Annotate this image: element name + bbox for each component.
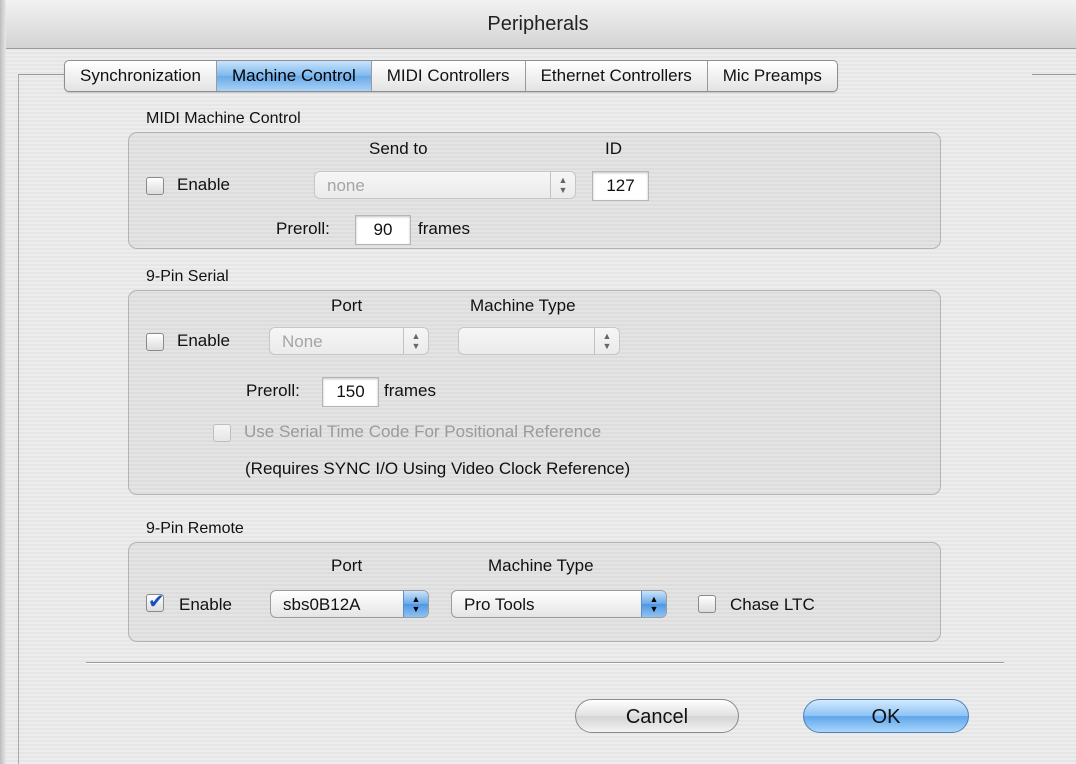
serial-preroll-field[interactable]: 150	[322, 377, 379, 407]
remote-port-header: Port	[331, 556, 363, 575]
mmc-send-to-value: none	[327, 176, 365, 195]
mmc-preroll-field[interactable]: 90	[355, 215, 411, 245]
serial-port-value: None	[282, 332, 323, 351]
tab-mic-preamps[interactable]: Mic Preamps	[708, 61, 837, 91]
mmc-id-header: ID	[605, 139, 622, 158]
tab-bar: Synchronization Machine Control MIDI Con…	[64, 60, 838, 92]
serial-timecode-label: Use Serial Time Code For Positional Refe…	[244, 422, 602, 441]
remote-port-value: sbs0B12A	[283, 595, 361, 614]
popup-arrows-icon: ▲ ▼	[403, 591, 428, 617]
remote-machine-type-popup[interactable]: Pro Tools ▲ ▼	[451, 590, 667, 618]
popup-arrows-icon: ▲ ▼	[403, 328, 428, 354]
remote-enable-checkbox[interactable]	[146, 589, 165, 613]
mmc-send-to-popup[interactable]: none ▲ ▼	[314, 171, 576, 199]
title-bar[interactable]: Peripherals	[0, 0, 1076, 49]
serial-timecode-checkbox[interactable]	[213, 424, 231, 442]
chase-ltc-checkbox[interactable]	[698, 595, 716, 613]
tab-ethernet-controllers[interactable]: Ethernet Controllers	[526, 61, 708, 91]
cancel-button[interactable]: Cancel	[575, 699, 739, 733]
serial-group-label: 9-Pin Serial	[146, 268, 229, 285]
mmc-enable-label: Enable	[177, 175, 230, 194]
mmc-enable-checkbox[interactable]	[146, 177, 164, 195]
chase-ltc-label: Chase LTC	[730, 595, 815, 614]
remote-group-label: 9-Pin Remote	[146, 520, 244, 537]
serial-port-popup[interactable]: None ▲ ▼	[269, 327, 429, 355]
dialog-separator	[86, 662, 1004, 664]
remote-machine-type-header: Machine Type	[488, 556, 594, 575]
window-edge	[0, 0, 6, 764]
serial-port-header: Port	[331, 296, 363, 315]
remote-enable-label: Enable	[179, 595, 232, 614]
serial-enable-checkbox[interactable]	[146, 333, 164, 351]
remote-port-popup[interactable]: sbs0B12A ▲ ▼	[270, 590, 429, 618]
serial-enable-label: Enable	[177, 331, 230, 350]
popup-arrows-icon: ▲ ▼	[641, 591, 666, 617]
window-title: Peripherals	[487, 13, 589, 35]
mmc-group-label: MIDI Machine Control	[146, 110, 301, 127]
popup-arrows-icon: ▲ ▼	[594, 328, 619, 354]
serial-requirement-note: (Requires SYNC I/O Using Video Clock Ref…	[245, 459, 631, 478]
popup-arrows-icon: ▲ ▼	[550, 172, 575, 198]
mmc-preroll-label: Preroll:	[276, 219, 330, 238]
serial-machine-type-popup[interactable]: ▲ ▼	[458, 327, 620, 355]
mmc-id-field[interactable]: 127	[592, 171, 649, 201]
ok-button[interactable]: OK	[803, 699, 969, 733]
serial-preroll-label: Preroll:	[246, 381, 300, 400]
tab-machine-control[interactable]: Machine Control	[216, 61, 372, 91]
remote-machine-type-value: Pro Tools	[464, 595, 535, 614]
serial-machine-type-header: Machine Type	[470, 296, 576, 315]
tab-synchronization[interactable]: Synchronization	[65, 61, 217, 91]
peripherals-window: Peripherals Synchronization Machine Cont…	[0, 0, 1076, 764]
serial-preroll-units: frames	[384, 381, 436, 400]
mmc-preroll-units: frames	[418, 219, 470, 238]
tab-midi-controllers[interactable]: MIDI Controllers	[372, 61, 526, 91]
mmc-send-to-header: Send to	[369, 139, 428, 158]
